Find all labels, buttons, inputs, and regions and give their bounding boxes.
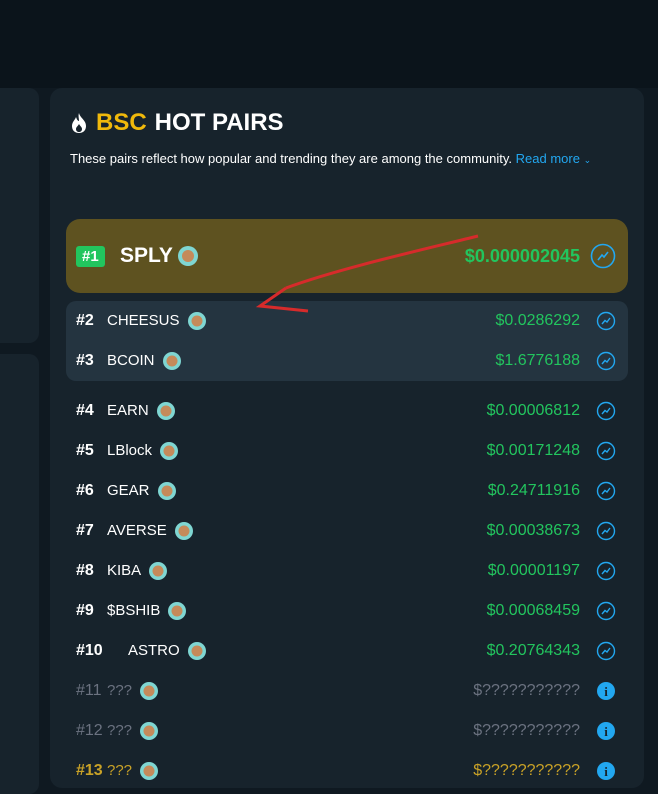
panel-title: BSC HOT PAIRS <box>70 108 284 138</box>
pair-rank: #8 <box>76 562 94 579</box>
chart-link-icon[interactable] <box>596 401 616 421</box>
description: These pairs reflect how popular and tren… <box>70 149 630 170</box>
pair-row[interactable]: #7 AVERSE $0.00038673 <box>66 511 628 551</box>
pair-price: $0.0286292 <box>495 312 580 329</box>
chart-link-icon[interactable] <box>596 521 616 541</box>
bsc-coin-icon <box>149 562 167 580</box>
bsc-coin-icon <box>178 246 198 266</box>
pair-row[interactable]: #9 $BSHIB $0.00068459 <box>66 591 628 631</box>
chart-link-icon[interactable] <box>596 311 616 331</box>
pair-row[interactable]: #6 GEAR $0.24711916 <box>66 471 628 511</box>
pair-rank: #12 <box>76 722 103 739</box>
top-bar <box>0 0 658 88</box>
pair-symbol: GEAR <box>107 482 150 499</box>
pair-price: $??????????? <box>473 682 580 699</box>
pair-rank: #2 <box>76 312 94 329</box>
pair-rank: #9 <box>76 602 94 619</box>
pair-row[interactable]: #10 ASTRO $0.20764343 <box>66 631 628 671</box>
chart-link-icon[interactable] <box>596 441 616 461</box>
pair-row[interactable]: #2 CHEESUS $0.0286292 <box>66 301 628 341</box>
chain-label: BSC <box>96 109 147 136</box>
pair-rank: #11 <box>76 682 102 699</box>
svg-text:i: i <box>604 684 608 699</box>
bsc-coin-icon <box>188 312 206 330</box>
pair-rank: #7 <box>76 522 94 539</box>
bsc-coin-icon <box>157 402 175 420</box>
pair-symbol: KIBA <box>107 562 142 579</box>
pair-symbol: $BSHIB <box>107 602 161 619</box>
chart-link-icon[interactable] <box>596 351 616 371</box>
pair-symbol: ??? <box>107 762 133 779</box>
bsc-coin-icon <box>140 722 158 740</box>
chart-link-icon[interactable] <box>596 601 616 621</box>
pair-price: $??????????? <box>473 762 580 779</box>
left-card <box>0 354 39 794</box>
pair-price: $0.000002045 <box>464 246 580 266</box>
read-more-label: Read more <box>515 151 580 166</box>
pair-price: $??????????? <box>473 722 580 739</box>
info-icon[interactable]: i <box>596 681 616 701</box>
bsc-coin-icon <box>140 762 158 780</box>
description-text: These pairs reflect how popular and tren… <box>70 151 512 166</box>
chart-link-icon[interactable] <box>596 481 616 501</box>
left-card <box>0 88 39 343</box>
pair-price: $0.00068459 <box>486 602 580 619</box>
pair-row[interactable]: #4 EARN $0.00006812 <box>66 391 628 431</box>
pair-symbol: AVERSE <box>107 522 167 539</box>
svg-text:i: i <box>604 764 608 779</box>
rank-badge: #1 <box>76 246 105 267</box>
svg-text:i: i <box>604 724 608 739</box>
pair-price: $0.00001197 <box>487 562 580 579</box>
info-icon[interactable]: i <box>596 761 616 781</box>
pair-symbol: CHEESUS <box>107 312 180 329</box>
pair-symbol: ??? <box>107 722 133 739</box>
pair-symbol: BCOIN <box>107 352 155 369</box>
pair-symbol: ??? <box>107 682 133 699</box>
bsc-coin-icon <box>160 442 178 460</box>
pair-price: $0.00038673 <box>486 522 580 539</box>
chart-link-icon[interactable] <box>590 243 616 269</box>
pair-row[interactable]: #8 KIBA $0.00001197 <box>66 551 628 591</box>
pair-rank: #10 <box>76 642 103 659</box>
pair-symbol: LBlock <box>107 442 153 459</box>
pair-price: $1.6776188 <box>495 352 580 369</box>
pair-row[interactable]: #12??? $??????????? i <box>66 711 628 751</box>
chevron-down-icon: ⌄ <box>583 155 592 165</box>
fire-icon <box>72 113 86 133</box>
pair-symbol: SPLY <box>120 244 173 267</box>
top-pair-card[interactable]: #1 SPLY $0.000002045 <box>66 219 628 293</box>
pair-price: $0.00006812 <box>486 402 580 419</box>
pair-rank: #6 <box>76 482 94 499</box>
pair-price: $0.00171248 <box>486 442 580 459</box>
chart-link-icon[interactable] <box>596 641 616 661</box>
bsc-coin-icon <box>163 352 181 370</box>
chart-link-icon[interactable] <box>596 561 616 581</box>
pair-price: $0.24711916 <box>487 482 580 499</box>
bsc-coin-icon <box>188 642 206 660</box>
bsc-coin-icon <box>140 682 158 700</box>
info-icon[interactable]: i <box>596 721 616 741</box>
bsc-coin-icon <box>175 522 193 540</box>
read-more-link[interactable]: Read more ⌄ <box>516 151 591 166</box>
pair-rank: #5 <box>76 442 94 459</box>
pair-rank: #4 <box>76 402 94 419</box>
pair-symbol: ASTRO <box>128 642 180 659</box>
pair-rank: #13 <box>76 762 103 779</box>
pair-row[interactable]: #3 BCOIN $1.6776188 <box>66 341 628 381</box>
bsc-coin-icon <box>168 602 186 620</box>
pair-row[interactable]: #5 LBlock $0.00171248 <box>66 431 628 471</box>
hot-pairs-panel: BSC HOT PAIRS These pairs reflect how po… <box>50 88 644 788</box>
pair-rank: #3 <box>76 352 94 369</box>
pair-symbol: EARN <box>107 402 149 419</box>
pair-price: $0.20764343 <box>486 642 580 659</box>
bsc-coin-icon <box>158 482 176 500</box>
title-label: HOT PAIRS <box>154 109 284 136</box>
pair-row[interactable]: #11??? $??????????? i <box>66 671 628 711</box>
